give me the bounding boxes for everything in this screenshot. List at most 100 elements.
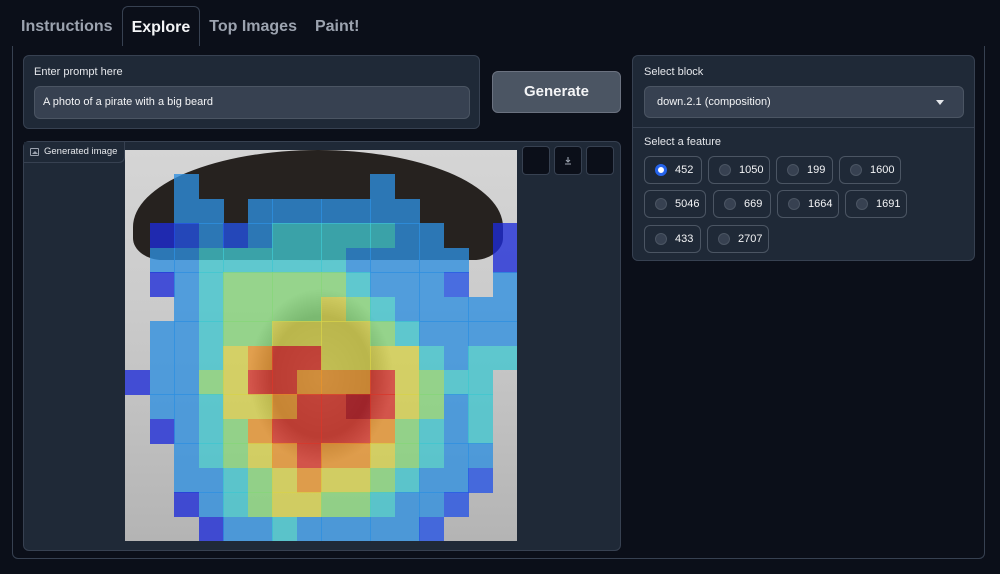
heatmap-cell [345, 296, 371, 322]
heatmap-cell [345, 467, 371, 493]
generate-button[interactable]: Generate [492, 71, 621, 113]
heatmap-cell [370, 247, 395, 273]
heatmap-cell [223, 272, 248, 298]
generated-image [125, 150, 517, 541]
block-select[interactable]: down.2.1 (composition) [644, 86, 964, 118]
radio-icon [718, 233, 730, 245]
heatmap-cell [247, 198, 273, 224]
heatmap-cell [296, 345, 322, 371]
feature-option-1691[interactable]: 1691 [845, 190, 907, 218]
feature-option-1664[interactable]: 1664 [777, 190, 839, 218]
heatmap-cell [370, 443, 395, 469]
heatmap-cell [345, 345, 371, 371]
heatmap-cell [419, 516, 444, 541]
feature-option-452[interactable]: 452 [644, 156, 702, 184]
heatmap-cell [321, 443, 346, 469]
feature-option-1050[interactable]: 1050 [708, 156, 770, 184]
heatmap-cell [394, 516, 420, 541]
heatmap-cell [174, 198, 199, 224]
heatmap-cell [296, 467, 322, 493]
heatmap-cell [198, 321, 224, 346]
heatmap-cell [345, 369, 371, 395]
radio-icon [655, 198, 667, 210]
heatmap-cell [296, 296, 322, 322]
heatmap-cell [223, 296, 248, 322]
heatmap-cell [468, 394, 493, 420]
heatmap-cell [198, 467, 224, 493]
heatmap-cell [443, 394, 469, 420]
heatmap-cell [272, 223, 297, 249]
heatmap-cell [394, 223, 420, 249]
heatmap-cell [468, 345, 493, 371]
heatmap-cell [419, 443, 444, 469]
feature-option-199[interactable]: 199 [776, 156, 833, 184]
feature-option-2707[interactable]: 2707 [707, 225, 769, 253]
heatmap-cell [174, 223, 199, 249]
feature-option-1600[interactable]: 1600 [839, 156, 901, 184]
heatmap-cell [247, 223, 273, 249]
heatmap-cell [296, 321, 322, 346]
heatmap-cell [223, 345, 248, 371]
heatmap-cell [272, 418, 297, 444]
tab-bar: Instructions Explore Top Images Paint! [12, 6, 368, 46]
heatmap-cell [174, 247, 199, 273]
heatmap-cell [394, 296, 420, 322]
heatmap-cell [419, 321, 444, 346]
heatmap-cell [174, 174, 199, 200]
radio-icon [787, 164, 799, 176]
download-button[interactable] [554, 146, 582, 175]
tab-explore[interactable]: Explore [121, 6, 201, 46]
heatmap-cell [443, 492, 469, 518]
heatmap-cell [247, 418, 273, 444]
heatmap-cell [345, 321, 371, 346]
heatmap-cell [468, 418, 493, 444]
heatmap-cell [223, 369, 248, 395]
heatmap-cell [223, 321, 248, 346]
heatmap-cell [198, 394, 224, 420]
feature-label: Select a feature [644, 136, 722, 148]
heatmap-cell [198, 296, 224, 322]
share-button[interactable] [586, 146, 614, 175]
heatmap-cell [492, 223, 517, 249]
heatmap-cell [370, 223, 395, 249]
heatmap-cell [198, 369, 224, 395]
heatmap-cell [149, 418, 175, 444]
tab-top-images[interactable]: Top Images [200, 6, 306, 46]
radio-icon [655, 233, 667, 245]
heatmap-cell [443, 272, 469, 298]
heatmap-cell [174, 369, 199, 395]
fullscreen-button[interactable] [522, 146, 550, 175]
radio-icon [719, 164, 731, 176]
radio-icon [788, 198, 800, 210]
tab-paint[interactable]: Paint! [306, 6, 368, 46]
feature-option-433[interactable]: 433 [644, 225, 701, 253]
heatmap-cell [345, 516, 371, 541]
heatmap-cell [492, 272, 517, 298]
image-icon [30, 148, 39, 156]
heatmap-cell [149, 247, 175, 273]
heatmap-cell [443, 345, 469, 371]
heatmap-cell [321, 516, 346, 541]
heatmap-cell [345, 492, 371, 518]
heatmap-cell [223, 492, 248, 518]
heatmap-cell [370, 394, 395, 420]
heatmap-cell [443, 369, 469, 395]
heatmap-cell [174, 272, 199, 298]
heatmap-cell [345, 418, 371, 444]
tab-instructions[interactable]: Instructions [12, 6, 122, 46]
heatmap-cell [370, 418, 395, 444]
heatmap-cell [198, 516, 224, 541]
heatmap-cell [296, 418, 322, 444]
heatmap-cell [321, 369, 346, 395]
radio-selected-icon [655, 164, 667, 176]
heatmap-cell [296, 369, 322, 395]
heatmap-cell [419, 492, 444, 518]
feature-option-669[interactable]: 669 [713, 190, 771, 218]
prompt-input[interactable]: A photo of a pirate with a big beard [34, 86, 470, 119]
heatmap-cell [223, 516, 248, 541]
heatmap-cell [394, 418, 420, 444]
heatmap-cell [443, 321, 469, 346]
heatmap-cell [321, 247, 346, 273]
heatmap-cell [394, 394, 420, 420]
feature-option-5046[interactable]: 5046 [644, 190, 706, 218]
